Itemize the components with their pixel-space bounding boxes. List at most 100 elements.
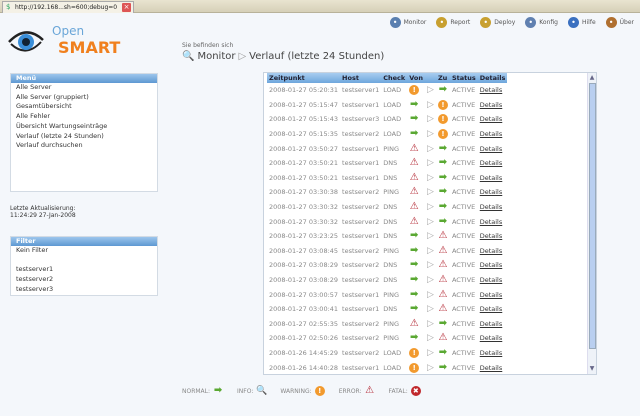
details-link[interactable]: Details bbox=[480, 203, 503, 211]
check-cell: DNS bbox=[383, 203, 398, 212]
opensmart-logo[interactable]: Open SMART bbox=[8, 24, 120, 62]
host-cell: testserver2 bbox=[342, 261, 380, 270]
status-cell: ACTIVE bbox=[451, 246, 476, 255]
details-link[interactable]: Details bbox=[480, 261, 503, 269]
from-state-cell: ➡ bbox=[407, 244, 425, 259]
error-status-icon: ⚠ bbox=[409, 201, 419, 213]
details-link[interactable]: Details bbox=[480, 218, 503, 226]
scrollbar-thumb[interactable] bbox=[589, 83, 596, 349]
check-cell: LOAD bbox=[383, 130, 402, 139]
browser-tab[interactable]: $ http://192.168...sh=600;debug=0 × bbox=[2, 1, 134, 13]
normal-status-icon: ➡ bbox=[410, 303, 419, 315]
menu-item[interactable]: Gesamtübersicht bbox=[11, 102, 157, 112]
to-state-cell: ! bbox=[436, 98, 450, 113]
menu-item[interactable]: Alle Fehler bbox=[11, 112, 157, 122]
details-link[interactable]: Details bbox=[480, 334, 503, 342]
nav-monitor[interactable]: • Monitor bbox=[389, 17, 426, 28]
details-cell: Details bbox=[478, 229, 508, 244]
details-cell: Details bbox=[478, 244, 508, 259]
details-link[interactable]: Details bbox=[480, 101, 503, 109]
column-header[interactable] bbox=[425, 73, 436, 83]
host-cell: testserver1 bbox=[342, 159, 380, 168]
status-cell: ACTIVE bbox=[451, 261, 476, 270]
details-link[interactable]: Details bbox=[480, 232, 503, 240]
close-tab-icon[interactable]: × bbox=[122, 3, 131, 12]
nav-report[interactable]: • Report bbox=[436, 17, 470, 28]
scrollbar[interactable]: ▲ ▼ bbox=[587, 73, 596, 374]
details-cell: Details bbox=[478, 171, 508, 186]
column-header[interactable]: Status bbox=[449, 73, 478, 83]
transition-arrow-icon: ▷ bbox=[427, 172, 434, 183]
details-cell: Details bbox=[478, 258, 508, 273]
scroll-up-icon[interactable]: ▲ bbox=[588, 74, 596, 82]
details-link[interactable]: Details bbox=[480, 349, 503, 357]
nav-über[interactable]: • Über bbox=[605, 17, 634, 28]
nav-label: Hilfe bbox=[581, 19, 596, 26]
column-header[interactable]: Details bbox=[477, 73, 508, 83]
details-cell: Details bbox=[478, 98, 508, 113]
details-link[interactable]: Details bbox=[480, 320, 503, 328]
normal-status-icon: ➡ bbox=[438, 171, 448, 183]
filter-item[interactable]: testserver3 bbox=[11, 285, 157, 295]
menu-item[interactable]: Verlauf durchsuchen bbox=[11, 141, 157, 151]
check-cell: PING bbox=[383, 144, 399, 153]
details-cell: Details bbox=[478, 112, 508, 127]
details-cell: Details bbox=[478, 360, 508, 375]
filter-item[interactable]: testserver1 bbox=[11, 265, 157, 275]
menu-item[interactable]: Alle Server (gruppiert) bbox=[11, 93, 157, 103]
column-header[interactable]: Zu bbox=[435, 73, 450, 83]
details-link[interactable]: Details bbox=[480, 130, 503, 138]
column-header[interactable]: Check bbox=[381, 73, 408, 83]
details-link[interactable]: Details bbox=[480, 159, 503, 167]
nav-konfig[interactable]: • Konfig bbox=[525, 17, 558, 28]
to-state-cell: ➡ bbox=[436, 360, 450, 375]
details-cell: Details bbox=[478, 214, 508, 229]
warning-status-icon: ! bbox=[437, 129, 448, 140]
host-cell: testserver1 bbox=[342, 363, 380, 372]
error-status-icon: ⚠ bbox=[409, 186, 419, 198]
column-header[interactable]: Host bbox=[340, 73, 382, 83]
to-state-cell: ➡ bbox=[436, 346, 450, 361]
table-row: 2008-01-27 03:30:32 testserver2 DNS ⚠ ▷ ➡ ACTI… bbox=[267, 214, 507, 229]
column-header[interactable]: Zeitpunkt bbox=[267, 73, 341, 83]
nav-hilfe[interactable]: • Hilfe bbox=[567, 17, 596, 28]
error-status-icon: ⚠ bbox=[438, 274, 448, 286]
filter-item[interactable]: Kein Filter bbox=[11, 246, 157, 256]
breadcrumb-root[interactable]: Monitor bbox=[197, 51, 235, 62]
details-link[interactable]: Details bbox=[480, 305, 503, 313]
nav-deploy[interactable]: • Deploy bbox=[480, 17, 515, 28]
legend-label: FATAL: bbox=[388, 387, 408, 395]
menu-item[interactable]: Alle Server bbox=[11, 83, 157, 93]
details-link[interactable]: Details bbox=[480, 188, 503, 196]
details-link[interactable]: Details bbox=[480, 291, 503, 299]
timestamp-cell: 2008-01-27 02:50:26 bbox=[269, 334, 339, 343]
status-cell: ACTIVE bbox=[451, 173, 476, 182]
details-link[interactable]: Details bbox=[480, 364, 503, 372]
scroll-down-icon[interactable]: ▼ bbox=[588, 365, 596, 373]
legend-label: WARNING: bbox=[280, 387, 312, 395]
info-status-icon: 🔍 bbox=[256, 386, 268, 396]
filter-title: Filter bbox=[11, 237, 157, 246]
legend-normal: NORMAL: ➡ bbox=[182, 386, 223, 396]
column-header[interactable]: Von bbox=[407, 73, 426, 83]
details-link[interactable]: Details bbox=[480, 174, 503, 182]
menu-item[interactable]: Übersicht Wartungseinträge bbox=[11, 122, 157, 132]
nav-label: Über bbox=[619, 19, 634, 26]
status-cell: ACTIVE bbox=[451, 290, 476, 299]
error-status-icon: ⚠ bbox=[438, 259, 448, 271]
details-link[interactable]: Details bbox=[480, 276, 503, 284]
details-link[interactable]: Details bbox=[480, 115, 503, 123]
from-state-cell: ! bbox=[407, 346, 425, 361]
normal-status-icon: ➡ bbox=[438, 157, 448, 169]
table-row: 2008-01-27 03:00:57 testserver1 PING ➡ ▷ ⚠ ACT… bbox=[267, 287, 507, 302]
details-link[interactable]: Details bbox=[480, 145, 503, 153]
filter-item[interactable]: testserver2 bbox=[11, 275, 157, 285]
normal-status-icon: ➡ bbox=[213, 385, 223, 396]
details-link[interactable]: Details bbox=[480, 247, 503, 255]
host-cell: testserver1 bbox=[342, 100, 380, 109]
legend-label: NORMAL: bbox=[182, 387, 211, 395]
filter-item bbox=[11, 256, 157, 266]
menu-item[interactable]: Verlauf (letzte 24 Stunden) bbox=[11, 132, 157, 142]
status-cell: ACTIVE bbox=[451, 203, 476, 212]
details-link[interactable]: Details bbox=[480, 86, 503, 94]
